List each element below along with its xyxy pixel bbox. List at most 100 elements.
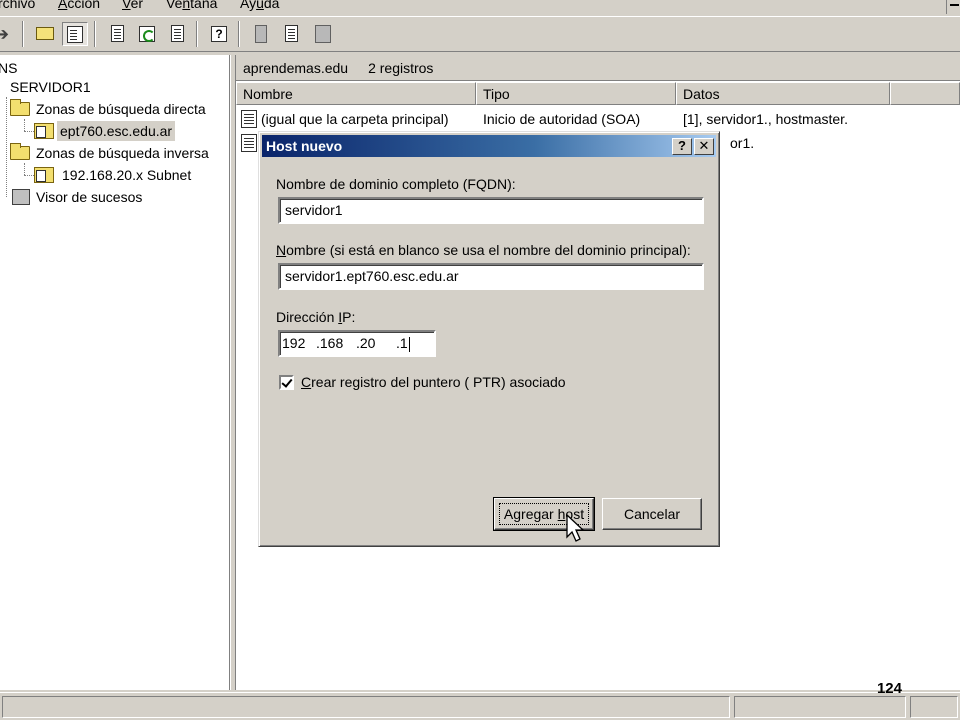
help-title-button[interactable]: ? [672,138,692,155]
menu-ventana[interactable]: Ventana [166,0,217,11]
tree-item-forward-zones[interactable]: Zonas de búsqueda directa [0,99,230,119]
menu-ventana-label: tana [190,0,218,11]
ptr-checkbox[interactable] [279,375,294,390]
status-cell-2 [734,696,906,718]
menu-accion-label: cción [67,0,101,11]
show-hide-tree-button[interactable] [62,22,88,46]
properties-button[interactable] [104,22,130,46]
record-count: 2 registros [368,60,434,76]
name-value: servidor1.ept760.esc.edu.ar [285,268,459,284]
status-cell-main [2,696,730,718]
ip-label: Dirección IP: [276,309,355,325]
folder-icon [10,143,30,160]
zone-name: aprendemas.edu [243,60,349,76]
ip-octet-1[interactable]: 192 [282,332,305,355]
ip-octet-2[interactable]: .168 [316,332,343,355]
menu-ayuda-label: da [263,0,280,11]
tree-item-forward-zones-label: Zonas de búsqueda directa [36,101,206,117]
close-icon: ✕ [698,138,710,153]
column-header-empty [890,82,960,105]
tree-item-event-viewer-label: Visor de sucesos [36,189,143,205]
ip-octet-4-value: .1 [396,335,408,351]
record-icon-2 [285,25,298,42]
row-name: (igual que la carpeta principal) [261,111,449,127]
column-header: Nombre Tipo Datos [236,82,960,105]
menu-ventana-mnemonic: n [182,0,191,11]
export-list-button[interactable] [164,22,190,46]
event-viewer-icon [12,189,30,205]
fqdn-value: servidor1 [285,202,343,218]
name-field[interactable]: servidor1.ept760.esc.edu.ar [278,263,704,290]
tree-item-forward-zone-ept760[interactable]: ept760.esc.edu.ar [0,121,230,141]
up-folder-icon [36,27,54,40]
back-button[interactable]: ➔ [0,22,18,46]
tree-item-server-label: SERVIDOR1 [10,79,91,95]
menu-accion[interactable]: Acción [58,0,100,11]
menu-ver-label: er [130,0,144,11]
status-cell-3 [910,696,958,718]
up-one-level-button[interactable] [32,22,58,46]
column-tipo-label: Tipo [483,86,510,102]
record-icon-1 [255,25,267,43]
help-button[interactable]: ? [206,22,232,46]
name-label-mnemonic: N [276,242,287,258]
cancel-button[interactable]: Cancelar [602,498,702,530]
table-row[interactable]: (igual que la carpeta principal) Inicio … [236,107,960,131]
row-data: [1], servidor1., hostmaster. [683,111,848,127]
toolbar-separator [94,21,96,47]
tree-item-reverse-zones[interactable]: Zonas de búsqueda inversa [0,143,230,163]
close-title-button[interactable]: ✕ [694,138,714,155]
ip-octet-3[interactable]: .20 [356,332,375,355]
column-header-datos[interactable]: Datos [676,82,890,105]
record-button-2[interactable] [278,22,304,46]
column-header-nombre[interactable]: Nombre [236,82,476,105]
record-icon [241,134,257,152]
refresh-button[interactable] [134,22,160,46]
properties-icon [111,25,124,42]
ip-octet-4[interactable]: .1 [396,332,410,355]
record-icon-3 [315,25,331,43]
record-icon [241,110,257,128]
menu-ayuda[interactable]: Ayuda [240,0,279,11]
name-label-text: ombre (si está en blanco se usa el nombr… [286,242,691,258]
tree-item-reverse-zone-subnet[interactable]: 192.168.20.x Subnet [0,165,230,185]
show-hide-tree-icon [67,26,83,43]
tree-item-event-viewer[interactable]: Visor de sucesos [0,187,230,207]
fqdn-label: Nombre de dominio completo (FQDN): [276,176,516,192]
toolbar-separator [196,21,198,47]
toolbar-separator [22,21,24,47]
zone-icon [34,123,54,139]
fqdn-field[interactable]: servidor1 [278,197,704,224]
details-header: aprendemas.edu 2 registros [236,55,960,81]
record-button-3[interactable] [308,22,334,46]
column-datos-label: Datos [683,86,720,102]
new-host-dialog: Host nuevo ? ✕ Nombre de dominio complet… [258,131,720,547]
ptr-label[interactable]: Crear registro del puntero ( PTR) asocia… [301,374,566,390]
refresh-icon [139,26,155,42]
mouse-pointer-icon [566,514,585,542]
console-tree-pane[interactable]: NS SERVIDOR1 Zonas de búsqueda directa e… [0,55,230,690]
column-header-tipo[interactable]: Tipo [476,82,676,105]
window-restore-button[interactable] [946,0,960,14]
zone-icon [34,167,54,183]
menu-archivo[interactable]: rchivo [0,0,35,11]
page-number: 124 [876,680,902,697]
dialog-title-bar[interactable]: Host nuevo ? ✕ [262,135,716,157]
menu-ver[interactable]: Ver [122,0,143,11]
ip-address-field[interactable]: 192 .168 .20 .1 [278,330,436,357]
row-type: Inicio de autoridad (SOA) [483,111,641,127]
tree-item-dns-label: NS [0,60,18,76]
cancel-label: Cancelar [623,506,681,522]
tree-item-forward-zone-label: ept760.esc.edu.ar [57,121,176,141]
ptr-label-text: rear registro del puntero ( PTR) asociad… [311,374,566,390]
export-list-icon [171,25,184,42]
back-arrow-icon: ➔ [0,24,10,44]
ip-label-text: P: [342,309,356,325]
ptr-label-mnemonic: C [301,374,312,390]
record-button-1[interactable] [248,22,274,46]
row-data: or1. [730,135,755,151]
tree-item-reverse-zone-label: 192.168.20.x Subnet [62,167,192,183]
tree-item-reverse-zones-label: Zonas de búsqueda inversa [36,145,209,161]
dialog-title: Host nuevo [266,138,343,154]
menu-bar: rchivo Acción Ver Ventana Ayuda [0,0,960,14]
